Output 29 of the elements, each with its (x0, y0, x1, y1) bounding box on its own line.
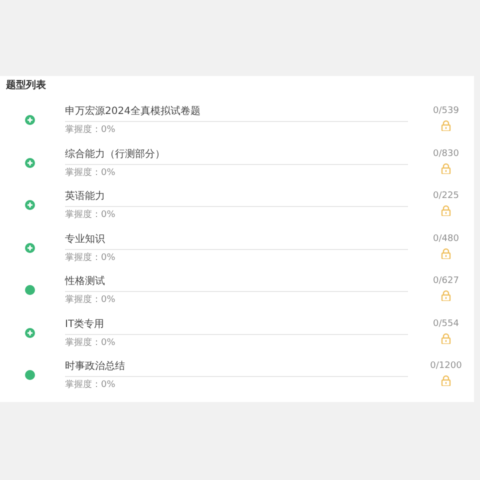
add-icon[interactable] (25, 200, 35, 210)
item-title[interactable]: 英语能力 (65, 191, 105, 203)
item-title[interactable]: 性格测试 (65, 276, 105, 288)
item-title[interactable]: IT类专用 (65, 318, 104, 330)
question-count: 0/539 (433, 106, 459, 117)
panel-title: 题型列表 (6, 80, 46, 92)
add-icon[interactable] (25, 158, 35, 168)
question-count: 0/1200 (430, 361, 462, 372)
mastery-text: 掌握度：0% (65, 252, 116, 264)
question-count: 0/480 (433, 234, 459, 244)
question-count: 0/225 (433, 191, 459, 202)
mastery-text: 掌握度：0% (65, 294, 116, 306)
item-title[interactable]: 时事政治总结 (65, 361, 125, 373)
status-dot-icon (25, 285, 35, 295)
add-icon[interactable] (25, 115, 35, 125)
item-title[interactable]: 申万宏源2024全真模拟试卷题 (65, 106, 200, 118)
mastery-text: 掌握度：0% (65, 166, 116, 178)
mastery-text: 掌握度：0% (65, 379, 116, 391)
status-dot-icon (25, 370, 35, 380)
add-icon[interactable] (25, 328, 35, 338)
item-title[interactable]: 综合能力（行测部分） (65, 148, 165, 160)
item-title[interactable]: 专业知识 (65, 234, 105, 246)
add-icon[interactable] (25, 242, 35, 252)
mastery-text: 掌握度：0% (65, 336, 116, 348)
question-count: 0/830 (433, 148, 459, 160)
mastery-text: 掌握度：0% (65, 124, 116, 136)
question-count: 0/627 (433, 276, 459, 287)
question-count: 0/554 (433, 318, 459, 330)
mastery-text: 掌握度：0% (65, 209, 116, 221)
